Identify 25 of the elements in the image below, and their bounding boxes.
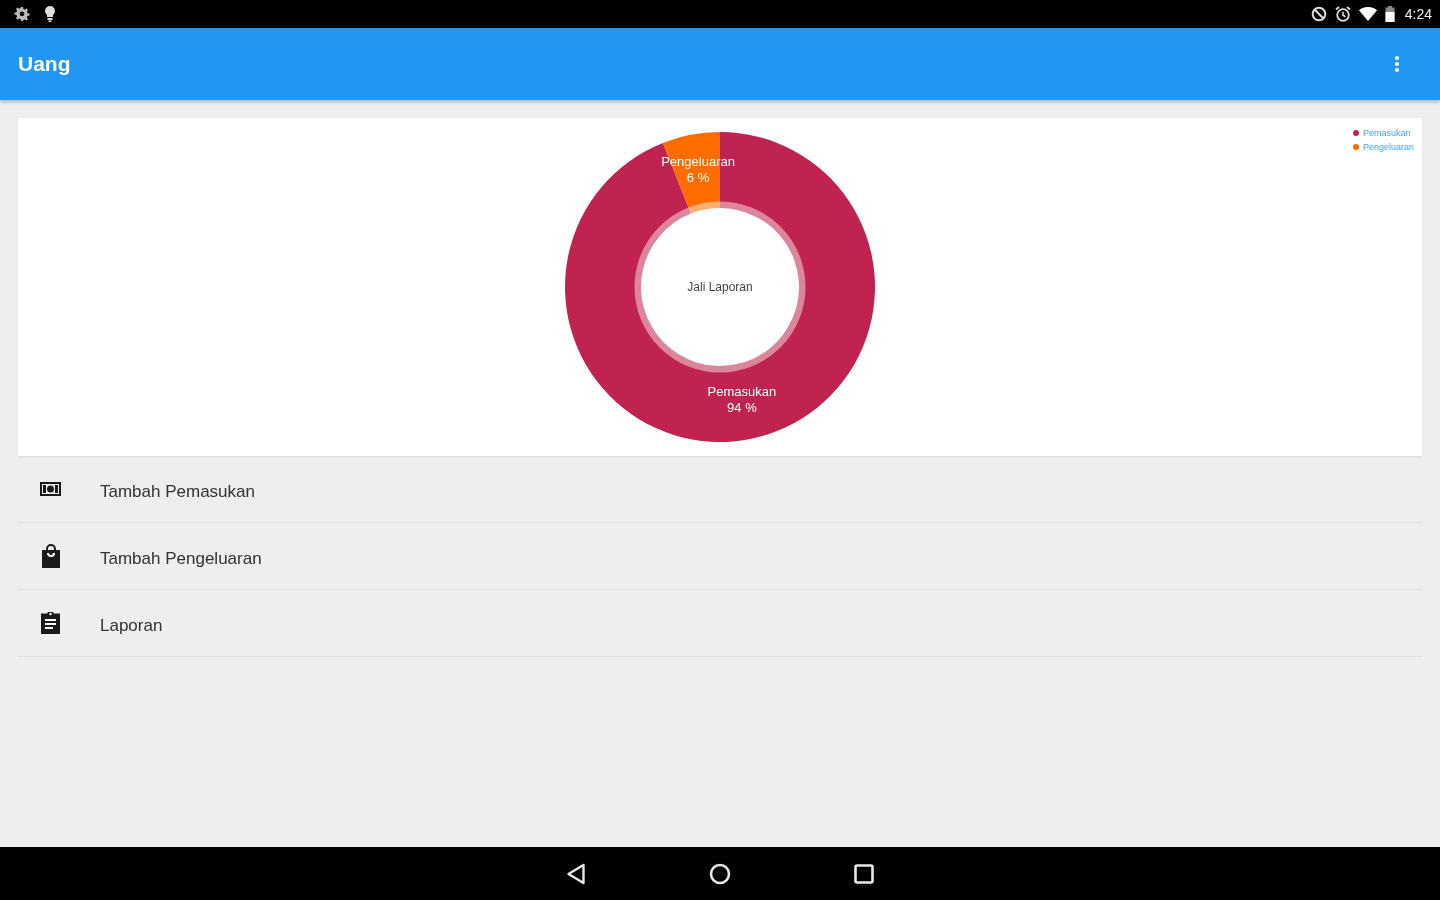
clipboard-icon (41, 612, 60, 634)
more-vertical-icon[interactable] (1395, 56, 1399, 72)
legend-label: Pengeluaran (1362, 142, 1414, 152)
menu-item[interactable]: Tambah Pengeluaran (18, 523, 1422, 590)
chart-center-label: Jali Laporan (687, 280, 753, 294)
alarm-icon (1334, 6, 1351, 22)
gear-icon (14, 6, 30, 22)
recent-apps-icon[interactable] (854, 863, 874, 884)
banknote-icon (40, 482, 61, 496)
slice-label: Pemasukan (707, 383, 777, 399)
shopping-bag-icon (40, 544, 61, 568)
bulb-icon (44, 6, 56, 22)
wifi-icon (1358, 7, 1377, 21)
status-time: 4:24 (1404, 6, 1432, 22)
slice-value: 6 % (686, 170, 710, 186)
slice-label: Pengeluaran (661, 154, 735, 170)
app-title: Uang (18, 52, 72, 76)
back-icon[interactable] (566, 862, 586, 885)
legend-label: Pemasukan (1362, 128, 1411, 138)
battery-icon (1384, 6, 1395, 22)
do-not-disturb-icon (1310, 6, 1327, 22)
home-icon[interactable] (709, 862, 731, 885)
menu-item[interactable]: Laporan (18, 590, 1422, 657)
slice-value: 94 % (727, 399, 757, 415)
menu-item[interactable]: Tambah Pemasukan (18, 456, 1422, 523)
